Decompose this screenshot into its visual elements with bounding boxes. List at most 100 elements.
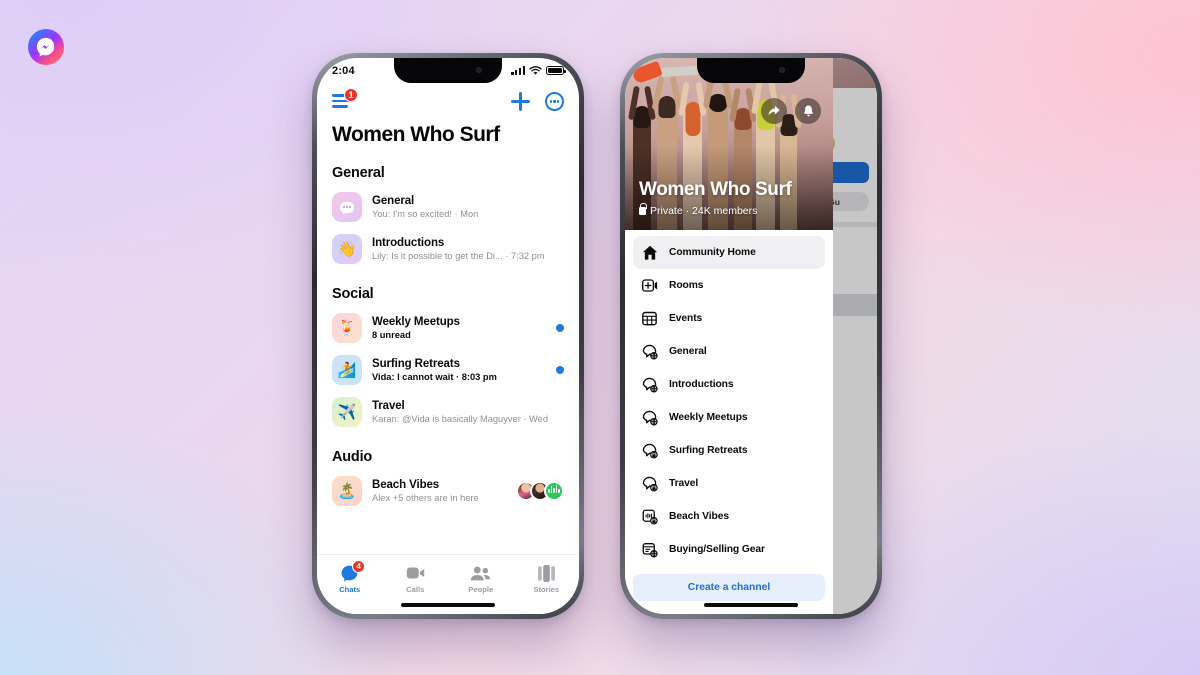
chat-preview: Vida: I cannot wait · 8:03 pm: [372, 371, 497, 382]
tab-label: People: [468, 585, 494, 594]
section-header: General: [332, 165, 385, 181]
chat-list[interactable]: General General You: I'm so excited! · M…: [317, 149, 579, 516]
unread-dot: [556, 366, 564, 374]
tab-people[interactable]: People: [448, 564, 514, 594]
menu-item-label: Beach Vibes: [669, 511, 729, 522]
tab-chats[interactable]: 4 Chats: [317, 560, 383, 594]
menu-item-label: Weekly Meetups: [669, 412, 748, 423]
chats-badge: 4: [352, 560, 366, 573]
channel-lock-icon: [641, 442, 658, 459]
chats-icon: 4: [339, 560, 366, 582]
cocktail-emoji: 🍹: [332, 313, 362, 343]
chat-preview: You: I'm so excited! · Mon: [372, 208, 479, 219]
create-channel-button[interactable]: Create a channel: [633, 574, 825, 601]
tab-label: Chats: [339, 585, 361, 594]
tab-label: Stories: [533, 585, 560, 594]
menu-item-label: Introductions: [669, 379, 734, 390]
chat-bubble-icon: [332, 192, 362, 222]
chat-name: Weekly Meetups: [372, 316, 460, 329]
home-icon: [641, 244, 658, 261]
page-title: Women Who Surf: [332, 123, 500, 146]
chat-name: Beach Vibes: [372, 479, 440, 492]
channel-lock-icon: [641, 475, 658, 492]
community-privacy-text: Private · 24K members: [650, 205, 758, 217]
community-title: Women Who Surf: [639, 179, 792, 200]
lock-icon: [639, 203, 647, 215]
tab-stories[interactable]: Stories: [514, 564, 580, 594]
menu-item-events[interactable]: Events: [633, 302, 825, 335]
menu-item-beach-vibes[interactable]: Beach Vibes: [633, 500, 825, 533]
menu-item-general[interactable]: General: [633, 335, 825, 368]
tab-calls[interactable]: Calls: [383, 564, 449, 594]
menu-item-weekly-meetups[interactable]: Weekly Meetups: [633, 401, 825, 434]
community-hero: Women Who Surf Private · 24K members: [625, 58, 833, 230]
chat-preview: Alex +5 others are in here: [372, 492, 479, 503]
menu-lines-icon[interactable]: 1: [332, 88, 358, 109]
waving-hand-emoji: 👋: [332, 234, 362, 264]
list-item[interactable]: 👋 Introductions Lily: Is it possible to …: [317, 228, 579, 270]
left-app-header: 1: [317, 83, 579, 113]
messenger-logo: [28, 29, 64, 65]
phone-left: 2:04 1 Women Who Surf General General Yo…: [312, 53, 584, 619]
menu-item-travel[interactable]: Travel: [633, 467, 825, 500]
menu-item-buying-selling-gear[interactable]: Buying/Selling Gear: [633, 533, 825, 566]
menu-item-introductions[interactable]: Introductions: [633, 368, 825, 401]
community-drawer[interactable]: Women Who Surf Private · 24K members Com…: [625, 58, 833, 614]
palm-tree-emoji: 🏝️: [332, 476, 362, 506]
channel-globe-icon: [641, 343, 658, 360]
chat-name: General: [372, 195, 415, 208]
surfer-emoji: 🏄: [332, 355, 362, 385]
chat-name: Surfing Retreats: [372, 358, 460, 371]
chat-name: Introductions: [372, 237, 445, 250]
marketplace-globe-icon: [641, 541, 658, 558]
chat-name: Travel: [372, 400, 405, 413]
phone-right: Sub Pr Gu New Feat In F @g ou: [620, 53, 882, 619]
notch: [697, 58, 805, 83]
channel-globe-icon: [641, 409, 658, 426]
menu-item-rooms[interactable]: Rooms: [633, 269, 825, 302]
add-room-icon: [641, 277, 658, 294]
community-privacy: Private · 24K members: [639, 203, 791, 217]
chat-preview: Lily: Is it possible to get the Di... · …: [372, 250, 545, 261]
community-menu[interactable]: Community Home Rooms Events General Intr…: [625, 230, 833, 566]
unread-dot: [556, 324, 564, 332]
share-arrow-icon[interactable]: [761, 98, 787, 124]
menu-item-label: Rooms: [669, 280, 704, 291]
chat-preview: Karan: @Vida is basically Maguyver · Wed: [372, 413, 548, 424]
tab-label: Calls: [406, 585, 425, 594]
audio-wave-icon: [544, 481, 564, 501]
list-item[interactable]: ✈️ Travel Karan: @Vida is basically Magu…: [317, 391, 579, 433]
menu-item-community-home[interactable]: Community Home: [633, 236, 825, 269]
audio-participants[interactable]: [516, 481, 564, 501]
menu-item-surfing-retreats[interactable]: Surfing Retreats: [633, 434, 825, 467]
battery-full-icon: [546, 66, 566, 75]
list-item[interactable]: 🏄 Surfing Retreats Vida: I cannot wait ·…: [317, 349, 579, 391]
plus-icon[interactable]: [511, 92, 530, 111]
audio-channel-lock-icon: [641, 508, 658, 525]
stories-icon: [536, 564, 557, 582]
list-item[interactable]: General You: I'm so excited! · Mon: [317, 186, 579, 228]
notch: [394, 58, 502, 83]
wifi-icon: [529, 65, 542, 75]
menu-item-label: General: [669, 346, 707, 357]
messenger-bolt-icon: [36, 37, 55, 57]
list-item[interactable]: 🏝️ Beach Vibes Alex +5 others are in her…: [317, 470, 579, 512]
menu-badge: 1: [344, 88, 358, 102]
calendar-icon: [641, 310, 658, 327]
menu-item-label: Community Home: [669, 247, 756, 258]
front-camera-icon: [779, 67, 785, 73]
status-time: 2:04: [332, 64, 355, 77]
bell-icon[interactable]: [795, 98, 821, 124]
menu-item-label: Travel: [669, 478, 699, 489]
cellular-bars-icon: [511, 66, 525, 75]
front-camera-icon: [476, 67, 482, 73]
section-header: Social: [332, 286, 374, 302]
menu-item-label: Buying/Selling Gear: [669, 544, 765, 555]
list-item[interactable]: 🍹 Weekly Meetups 8 unread: [317, 307, 579, 349]
video-camera-icon: [405, 564, 426, 582]
channel-globe-icon: [641, 376, 658, 393]
menu-item-label: Surfing Retreats: [669, 445, 748, 456]
menu-item-label: Events: [669, 313, 703, 324]
more-circle-icon[interactable]: [545, 92, 564, 111]
home-indicator: [704, 603, 798, 607]
